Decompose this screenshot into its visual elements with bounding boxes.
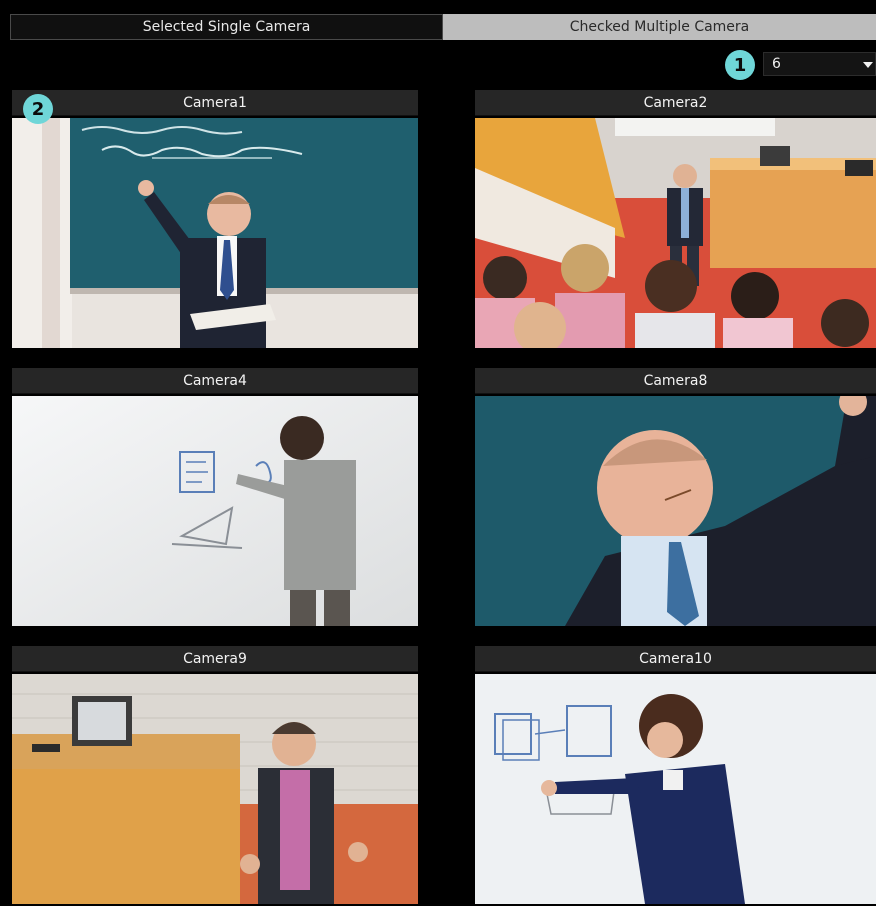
- camera-title: Camera1: [12, 90, 418, 116]
- tab-selected-single-camera[interactable]: Selected Single Camera: [10, 14, 443, 40]
- camera-feed-1[interactable]: [12, 118, 418, 348]
- camera-tile-9[interactable]: Camera9: [12, 646, 418, 904]
- camera-feed-4[interactable]: [12, 396, 418, 626]
- camera-feed-10[interactable]: [475, 674, 876, 904]
- camera-tile-10[interactable]: Camera10: [475, 646, 876, 904]
- camera-count-value: 6: [772, 56, 781, 72]
- camera-title: Camera9: [12, 646, 418, 672]
- chevron-down-icon: [863, 62, 873, 68]
- camera-feed-2[interactable]: [475, 118, 876, 348]
- view-mode-tabs: Selected Single Camera Checked Multiple …: [10, 14, 876, 40]
- tab-checked-multiple-camera[interactable]: Checked Multiple Camera: [443, 14, 876, 40]
- camera-tile-2[interactable]: Camera2: [475, 90, 876, 348]
- camera-feed-8[interactable]: [475, 396, 876, 626]
- camera-title: Camera4: [12, 368, 418, 394]
- camera-count-dropdown[interactable]: 6: [763, 52, 876, 76]
- camera-title: Camera2: [475, 90, 876, 116]
- callout-badge-2: 2: [23, 94, 53, 124]
- camera-tile-8[interactable]: Camera8: [475, 368, 876, 626]
- camera-feed-9[interactable]: [12, 674, 418, 904]
- callout-badge-1: 1: [725, 50, 755, 80]
- camera-title: Camera10: [475, 646, 876, 672]
- camera-tile-4[interactable]: Camera4: [12, 368, 418, 626]
- camera-title: Camera8: [475, 368, 876, 394]
- camera-tile-1[interactable]: Camera1: [12, 90, 418, 348]
